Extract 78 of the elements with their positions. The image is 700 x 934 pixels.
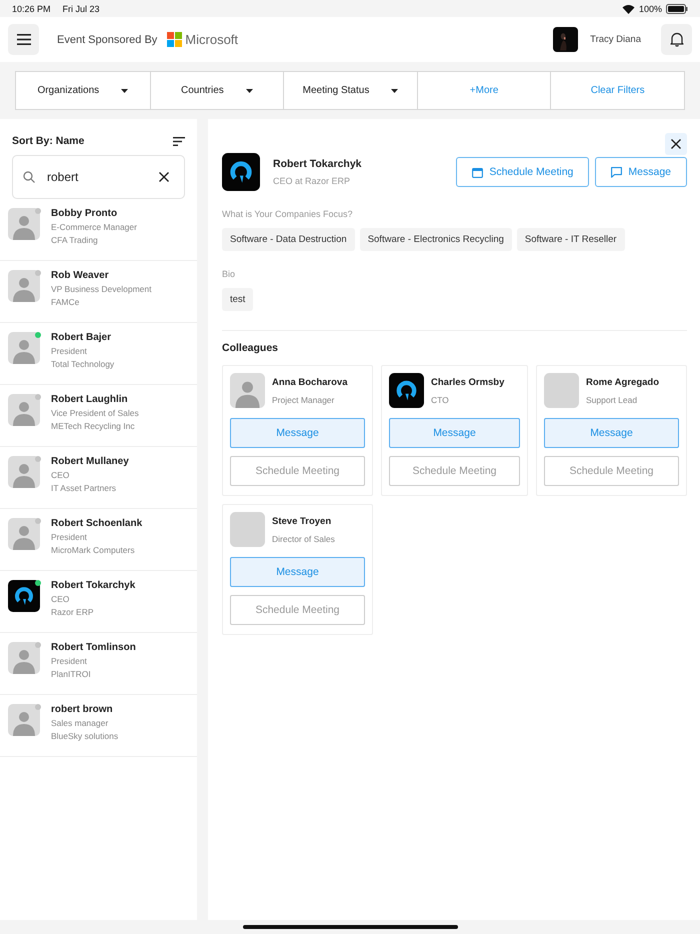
colleague-title: CTO (431, 394, 450, 404)
notification-bell-icon[interactable] (661, 24, 692, 55)
caret-icon (246, 88, 253, 92)
colleague-title: Project Manager (272, 394, 336, 404)
person-name: Robert Mullaney (51, 456, 129, 467)
person-name: Bobby Pronto (51, 208, 118, 219)
person-name: Robert Schoenlank (51, 518, 142, 529)
profile-name: Robert Tokarchyk (273, 158, 362, 170)
search-field[interactable]: robert (12, 155, 185, 199)
sort-icon[interactable] (173, 136, 185, 146)
person-name: Robert Laughlin (51, 394, 129, 405)
person-company: METech Recycling Inc (51, 421, 136, 431)
user-name: Tracy Diana (590, 34, 641, 45)
menu-button[interactable] (8, 24, 39, 55)
person-company: FAMCe (51, 297, 80, 307)
person-company: MicroMark Computers (51, 545, 136, 555)
person-title: Sales manager (51, 718, 110, 728)
person-company: BlueSky solutions (51, 731, 118, 741)
person-list-item[interactable]: Robert Tomlinson President PlanITROI (0, 633, 197, 695)
person-list-item[interactable]: Robert Schoenlank President MicroMark Computers (0, 509, 197, 571)
sort-label: Sort By: Name (12, 135, 84, 147)
person-list-item[interactable]: Robert Mullaney CEO IT Asset Partners (0, 447, 197, 509)
colleague-name: Anna Bocharova (272, 376, 348, 388)
chat-icon (611, 166, 622, 178)
person-list-item[interactable]: Rob Weaver VP Business Development FAMCe (0, 261, 197, 323)
focus-tag: Software - Data Destruction (222, 228, 355, 251)
sponsor-label: Event Sponsored By (57, 34, 158, 46)
person-title: CEO (51, 470, 70, 480)
caret-icon (121, 88, 128, 92)
person-list-item[interactable]: Robert Laughlin Vice President of Sales METech Recycling Inc (0, 385, 197, 447)
colleague-name: Steve Troyen (272, 516, 332, 526)
person-company: IT Asset Partners (51, 483, 118, 493)
bio-label: Bio (222, 269, 236, 279)
focus-tag: Software - Electronics Recycling (360, 228, 512, 251)
sponsor-name: Microsoft (185, 32, 238, 47)
person-list-item[interactable]: robert brown Sales manager BlueSky solutions (0, 695, 197, 757)
person-title: President (51, 532, 88, 542)
status-time: 10:26 PM (12, 4, 51, 14)
bell-icon (670, 32, 684, 47)
profile-subtitle: CEO at Razor ERP (273, 176, 352, 186)
battery-icon (666, 4, 688, 14)
status-date: Fri Jul 23 (62, 4, 100, 14)
search-icon (23, 171, 35, 183)
person-name: Robert Bajer (51, 332, 112, 343)
bio-text: test (222, 288, 254, 311)
clear-icon[interactable] (159, 172, 169, 182)
wifi-icon (622, 4, 635, 14)
person-title: President (51, 346, 88, 356)
menu-icon (16, 34, 30, 45)
person-title: E-Commerce Manager (51, 222, 137, 232)
person-name: Rob Weaver (51, 270, 110, 281)
person-list-item[interactable]: Robert Tokarchyk CEO Razor ERP (0, 571, 197, 633)
colleague-name: Charles Ormsby (431, 376, 504, 388)
person-title: CEO (51, 594, 70, 604)
colleague-name: Rome Agregado (586, 376, 660, 388)
focus-tag: Software - IT Reseller (516, 228, 625, 251)
person-company: PlanITROI (51, 669, 92, 679)
person-title: Vice President of Sales (51, 408, 139, 418)
colleagues-heading: Colleagues (222, 342, 280, 354)
colleague-title: Director of Sales (272, 534, 335, 544)
caret-icon (391, 88, 398, 92)
person-name: Robert Tokarchyk (51, 580, 136, 591)
colleague-title: Support Lead (586, 394, 638, 404)
person-company: Total Technology (51, 359, 114, 369)
person-company: Razor ERP (51, 607, 95, 617)
person-company: CFA Trading (51, 235, 99, 245)
person-title: VP Business Development (51, 284, 152, 294)
battery-percent: 100% (638, 4, 662, 14)
microsoft-logo-icon (167, 32, 182, 47)
person-title: President (51, 656, 88, 666)
person-name: Robert Tomlinson (51, 642, 136, 653)
close-icon (671, 139, 681, 149)
close-button[interactable] (665, 133, 687, 155)
focus-question: What is Your Companies Focus? (222, 209, 354, 219)
person-list-item[interactable]: Bobby Pronto E-Commerce Manager CFA Trading (0, 199, 197, 261)
calendar-icon (472, 166, 484, 178)
person-list-item[interactable]: Robert Bajer President Total Technology (0, 323, 197, 385)
person-name: robert brown (51, 704, 114, 715)
